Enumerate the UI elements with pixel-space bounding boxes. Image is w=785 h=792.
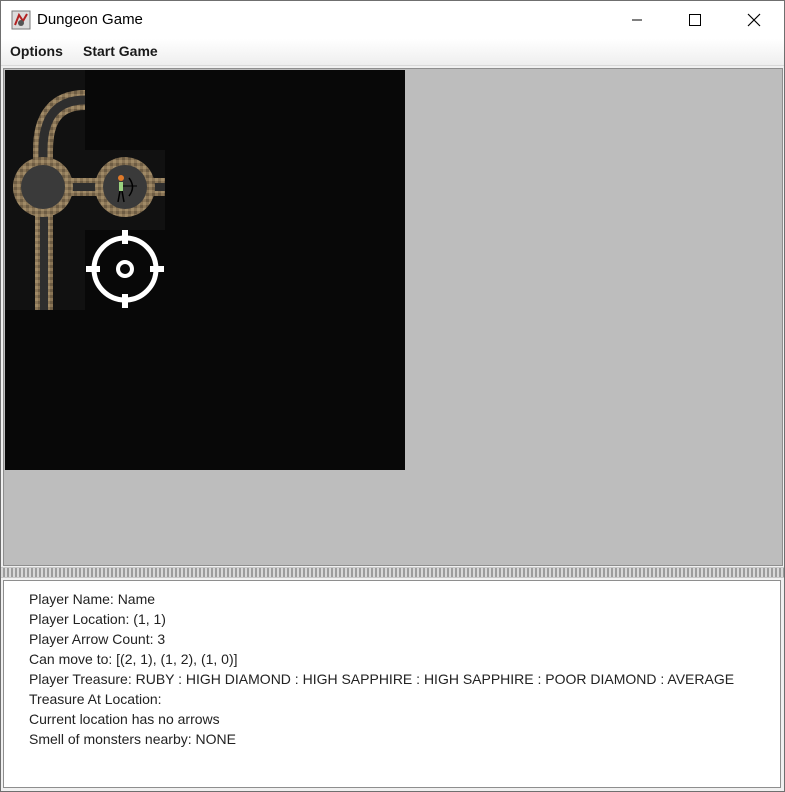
minimize-button[interactable]	[608, 1, 666, 39]
can-move-text: Can move to: [(2, 1), (1, 2), (1, 0)]	[29, 651, 238, 667]
minimize-icon	[632, 19, 642, 21]
game-viewport[interactable]	[3, 68, 783, 566]
dungeon-map-canvas	[5, 70, 165, 310]
dungeon-map[interactable]	[5, 70, 405, 470]
monster-smell-text: Smell of monsters nearby: NONE	[29, 731, 236, 747]
player-treasure-text: Player Treasure: RUBY : HIGH DIAMOND : H…	[29, 671, 735, 687]
arrows-at-location-text: Current location has no arrows	[29, 711, 220, 727]
window-title: Dungeon Game	[37, 11, 143, 28]
maximize-icon	[689, 14, 701, 26]
maximize-button[interactable]	[666, 1, 724, 39]
title-bar[interactable]: Dungeon Game	[1, 1, 784, 39]
player-info-panel: Player Name: Name Player Location: (1, 1…	[3, 580, 781, 788]
player-location-text: Player Location: (1, 1)	[29, 611, 166, 627]
cave-room-player	[95, 157, 155, 217]
close-button[interactable]	[725, 1, 783, 39]
crosshair-target-icon[interactable]	[86, 230, 164, 308]
arrow-count-text: Player Arrow Count: 3	[29, 631, 166, 647]
close-icon	[747, 13, 761, 27]
menu-options[interactable]: Options	[10, 43, 63, 59]
player-name-text: Player Name: Name	[29, 591, 156, 607]
dungeon-app-icon	[11, 10, 31, 30]
cave-room-left	[13, 157, 73, 217]
treasure-at-location-text: Treasure At Location:	[29, 691, 162, 707]
menu-start-game[interactable]: Start Game	[83, 43, 158, 59]
menu-bar: Options Start Game	[1, 39, 784, 66]
panel-splitter[interactable]	[1, 567, 784, 578]
game-window: Dungeon Game Options Start Game Player N…	[0, 0, 785, 792]
